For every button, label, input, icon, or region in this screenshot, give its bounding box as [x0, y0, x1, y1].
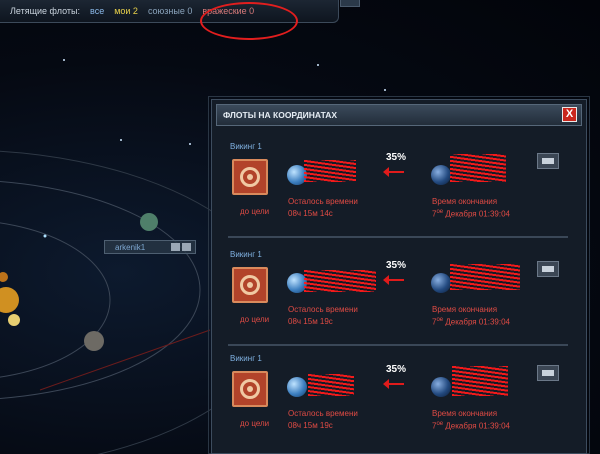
to-target-label: до цели	[240, 419, 270, 428]
planet-green	[140, 213, 158, 231]
direction-arrow-icon	[383, 379, 404, 389]
fleet-details-icon[interactable]	[537, 365, 559, 381]
fleet-icon[interactable]	[171, 243, 180, 251]
end-time-value: 7ое Декабря 01:39:04	[432, 317, 510, 327]
end-time-label: Время окончания	[432, 305, 498, 314]
destination-planet-icon[interactable]	[431, 165, 451, 185]
to-target-label: до цели	[240, 315, 270, 324]
destination-planet-icon[interactable]	[431, 273, 451, 293]
redacted-scribble	[308, 374, 354, 396]
end-time-label: Время окончания	[432, 197, 498, 206]
end-time-label: Время окончания	[432, 409, 498, 418]
fleet-row: Викинг 1 до цели 35% Осталось времени 08…	[228, 138, 568, 238]
fleet-name[interactable]: Викинг 1	[230, 250, 262, 259]
fleets-at-coordinates-panel: ФЛОТЫ НА КООРДИНАТАХ X Викинг 1 до цели …	[211, 99, 587, 454]
to-target-label: до цели	[240, 207, 270, 216]
destination-planet-icon[interactable]	[431, 377, 451, 397]
redacted-scribble	[304, 270, 376, 292]
panel-header: ФЛОТЫ НА КООРДИНАТАХ X	[216, 104, 582, 126]
edit-icon[interactable]	[182, 243, 191, 251]
remaining-time-value: 08ч 15м 19с	[288, 317, 333, 326]
flying-fleets-label: Летящие флоты:	[10, 6, 81, 16]
fleet-row: Викинг 1 до цели 35% Осталось времени 08…	[228, 246, 568, 346]
redacted-scribble	[452, 366, 508, 396]
remaining-time-label: Осталось времени	[288, 305, 358, 314]
target-icon[interactable]	[232, 159, 268, 195]
remaining-time-value: 08ч 15м 14с	[288, 209, 333, 218]
remaining-time-label: Осталось времени	[288, 197, 358, 206]
fleet-details-icon[interactable]	[537, 261, 559, 277]
fleet-row: Викинг 1 до цели 35% Осталось времени 08…	[228, 350, 568, 448]
origin-planet-icon[interactable]	[287, 377, 307, 397]
redacted-scribble	[304, 160, 356, 182]
direction-arrow-icon	[383, 167, 404, 177]
target-icon[interactable]	[232, 267, 268, 303]
fleet-name[interactable]: Викинг 1	[230, 142, 262, 151]
end-time-value: 7ое Декабря 01:39:04	[432, 421, 510, 431]
topbar-toggle-button[interactable]	[340, 0, 360, 7]
panel-title: ФЛОТЫ НА КООРДИНАТАХ	[223, 110, 338, 120]
progress-percent: 35%	[386, 152, 407, 163]
planet-grey	[84, 331, 104, 351]
end-time-value: 7ое Декабря 01:39:04	[432, 209, 510, 219]
hand-drawn-circle-annotation	[200, 2, 298, 40]
fleet-name[interactable]: Викинг 1	[230, 354, 262, 363]
target-icon[interactable]	[232, 371, 268, 407]
progress-percent: 35%	[386, 364, 407, 375]
redacted-scribble	[450, 154, 506, 182]
close-button[interactable]: X	[562, 107, 577, 122]
filter-all[interactable]: все	[90, 6, 104, 16]
fleet-details-icon[interactable]	[537, 153, 559, 169]
remaining-time-value: 08ч 15м 19с	[288, 421, 333, 430]
progress-percent: 35%	[386, 260, 407, 271]
remaining-time-label: Осталось времени	[288, 409, 358, 418]
direction-arrow-icon	[383, 275, 404, 285]
planet-label[interactable]: arkenik1	[104, 240, 196, 254]
filter-mine[interactable]: мои 2	[114, 6, 138, 16]
filter-allied[interactable]: союзные 0	[148, 6, 192, 16]
planet-name: arkenik1	[115, 243, 146, 252]
redacted-scribble	[450, 264, 520, 290]
